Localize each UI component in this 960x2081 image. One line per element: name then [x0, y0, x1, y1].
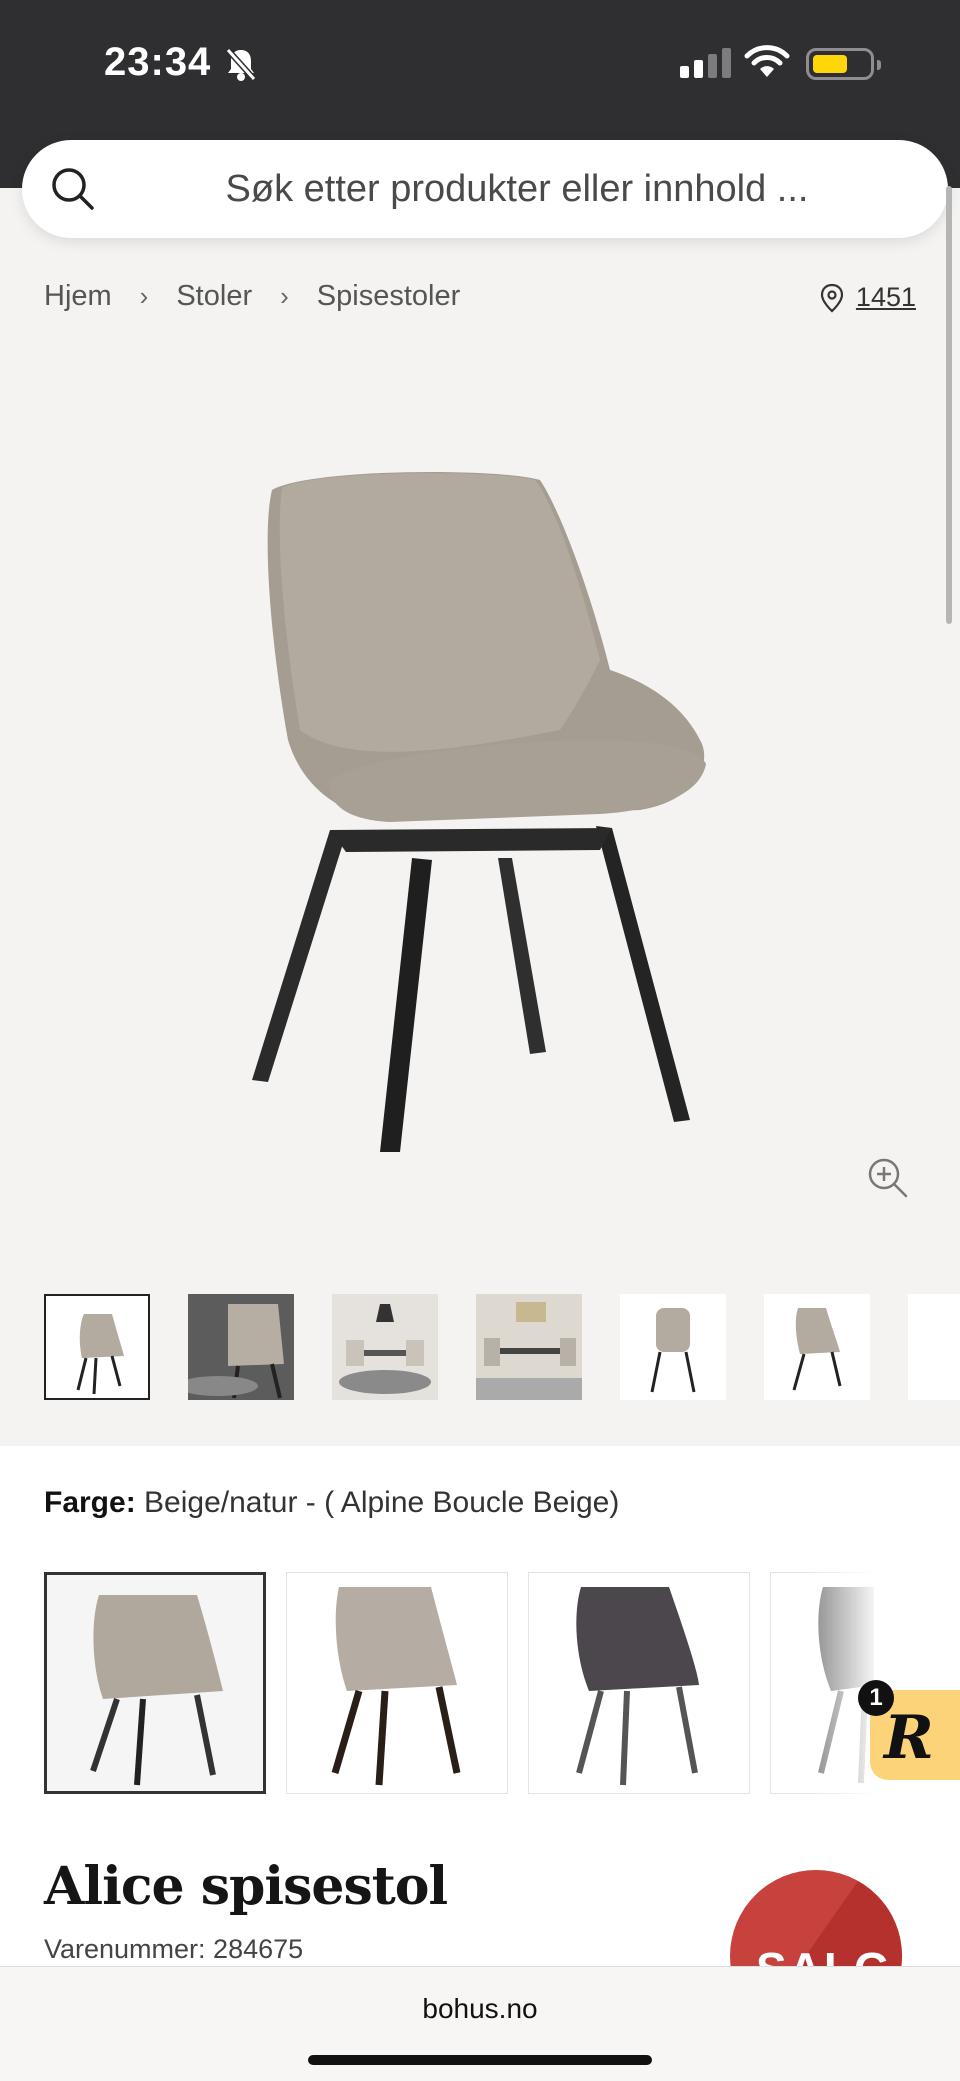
chevron-right-icon: ›	[139, 281, 149, 311]
battery-icon	[806, 48, 881, 80]
color-label-line: Farge: Beige/natur - ( Alpine Boucle Bei…	[44, 1486, 619, 1520]
search-input[interactable]	[117, 140, 917, 238]
search-bar[interactable]	[22, 140, 948, 238]
thumbnail-6[interactable]	[764, 1294, 870, 1400]
chat-notification-count: 1	[858, 1680, 894, 1716]
url-text[interactable]: bohus.no	[0, 1993, 960, 2025]
color-value: Beige/natur - ( Alpine Boucle Beige)	[144, 1486, 620, 1519]
color-label: Farge:	[44, 1486, 136, 1519]
thumbnail-7[interactable]	[908, 1294, 960, 1400]
chevron-right-icon: ›	[280, 281, 289, 311]
color-swatch-beige-wood[interactable]	[286, 1572, 508, 1794]
color-swatches	[44, 1572, 874, 1794]
home-indicator[interactable]	[308, 2055, 652, 2065]
breadcrumb-home[interactable]: Hjem	[44, 280, 112, 313]
breadcrumb: Hjem › Stoler › Spisestoler	[44, 280, 460, 313]
bell-muted-icon	[225, 47, 257, 82]
breadcrumb-dining-chairs[interactable]: Spisestoler	[317, 280, 460, 313]
cellular-signal-icon	[680, 48, 731, 78]
thumbnail-1[interactable]	[44, 1294, 150, 1400]
zoom-in-icon[interactable]	[866, 1156, 910, 1200]
thumbnail-2[interactable]	[188, 1294, 294, 1400]
store-link[interactable]: 1451	[820, 282, 916, 313]
image-thumbnails	[44, 1294, 960, 1400]
product-sku: Varenummer: 284675	[44, 1934, 304, 1964]
store-code[interactable]: 1451	[856, 282, 916, 313]
product-main-image[interactable]	[0, 340, 960, 1220]
svg-text:R: R	[882, 1703, 934, 1773]
color-swatch-dark-grey[interactable]	[528, 1572, 750, 1794]
product-title: Alice spisestol	[44, 1856, 448, 1917]
search-icon[interactable]	[50, 166, 96, 212]
breadcrumb-chairs[interactable]: Stoler	[176, 280, 252, 313]
color-swatch-beige-boucle[interactable]	[44, 1572, 266, 1794]
browser-url-bar[interactable]: bohus.no	[0, 1966, 960, 2081]
status-time: 23:34	[104, 40, 212, 84]
thumbnail-3[interactable]	[332, 1294, 438, 1400]
location-pin-icon	[820, 283, 844, 312]
thumbnail-4[interactable]	[476, 1294, 582, 1400]
thumbnail-5[interactable]	[620, 1294, 726, 1400]
wifi-icon	[744, 45, 790, 77]
